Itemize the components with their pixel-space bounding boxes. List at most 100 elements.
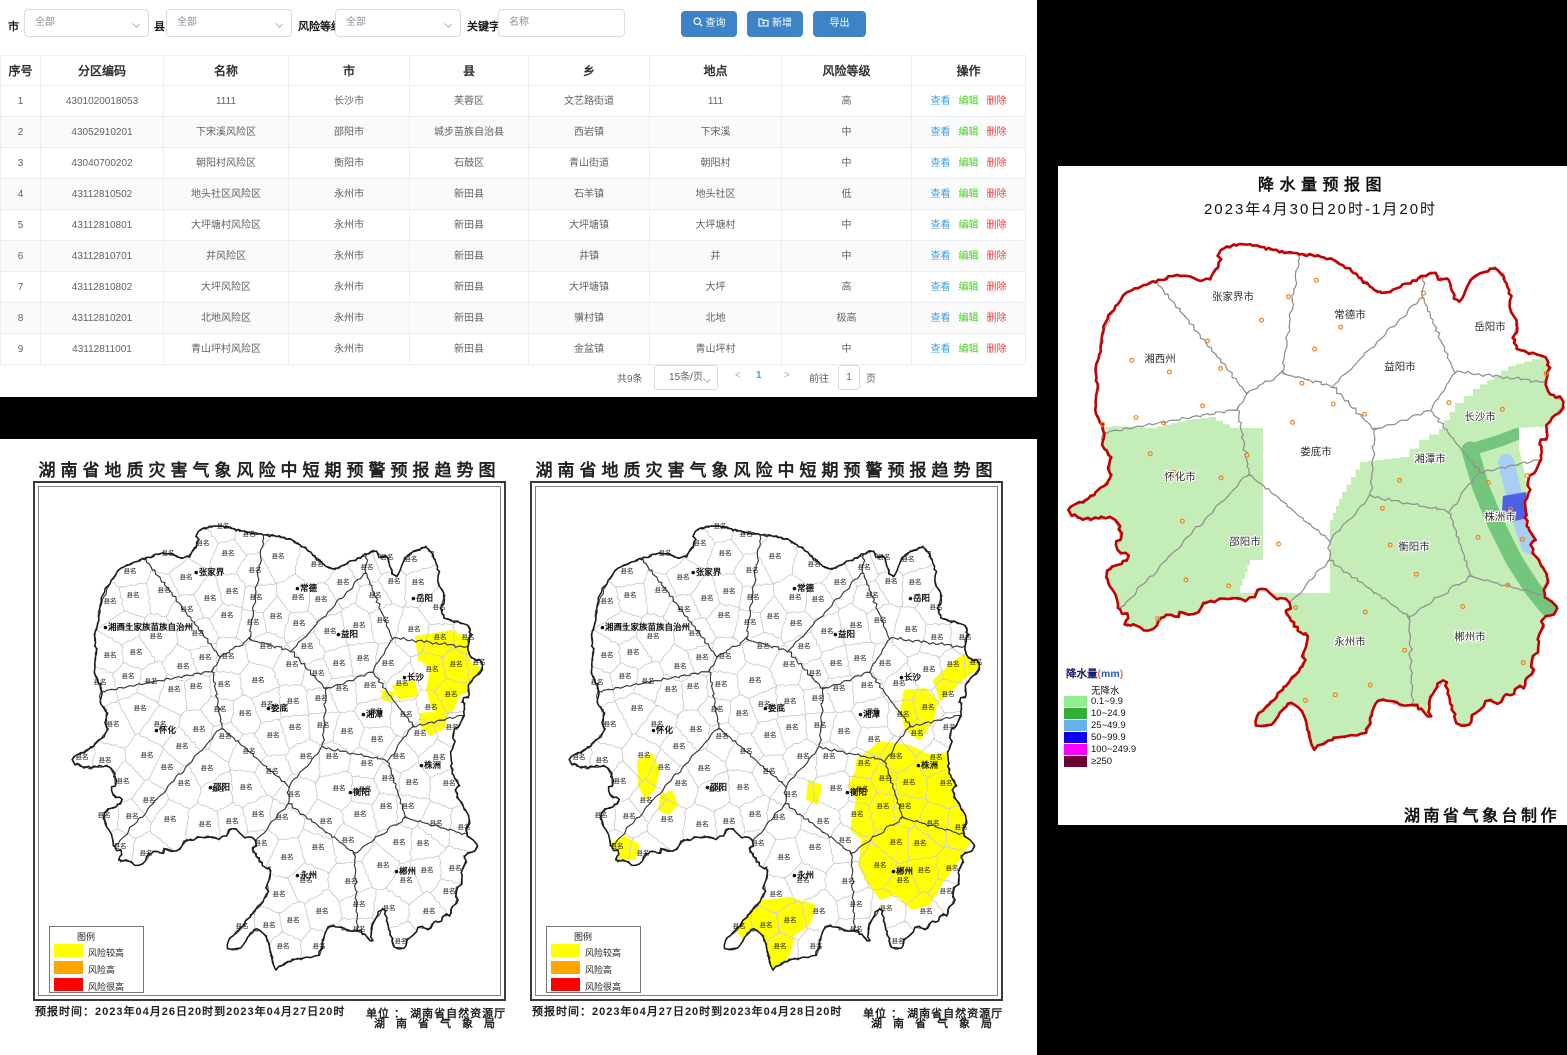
svg-text:县名: 县名 (839, 835, 852, 844)
svg-text:●娄底: ●娄底 (763, 703, 786, 713)
svg-text:县名: 县名 (243, 529, 256, 538)
svg-text:县名: 县名 (414, 728, 427, 737)
svg-text:县名: 县名 (141, 750, 154, 759)
svg-text:县名: 县名 (740, 529, 753, 538)
svg-text:县名: 县名 (192, 628, 205, 637)
svg-text:县名: 县名 (773, 812, 786, 821)
svg-text:县名: 县名 (104, 650, 117, 659)
svg-text:县名: 县名 (312, 842, 325, 851)
svg-text:邵阳市: 邵阳市 (1229, 535, 1261, 548)
svg-text:●永州: ●永州 (792, 870, 814, 880)
svg-text:县名: 县名 (400, 709, 413, 718)
svg-text:县名: 县名 (823, 751, 836, 760)
svg-text:县名: 县名 (345, 876, 358, 885)
svg-text:县名: 县名 (903, 777, 916, 786)
svg-text:县名: 县名 (405, 554, 418, 563)
svg-text:县名: 县名 (878, 552, 891, 561)
svg-text:县名: 县名 (107, 719, 120, 728)
svg-text:县名: 县名 (423, 906, 436, 915)
svg-text:县名: 县名 (723, 816, 736, 825)
svg-text:县名: 县名 (222, 651, 235, 660)
svg-text:县名: 县名 (150, 631, 163, 640)
svg-text:●湘西土家族苗族自治州: ●湘西土家族苗族自治州 (103, 622, 193, 632)
svg-text:县名: 县名 (658, 762, 671, 771)
svg-text:县名: 县名 (425, 702, 438, 711)
svg-text:●常德: ●常德 (792, 583, 815, 593)
svg-text:县名: 县名 (698, 763, 711, 772)
svg-text:县名: 县名 (126, 811, 139, 820)
svg-text:县名: 县名 (798, 641, 811, 650)
svg-text:县名: 县名 (749, 809, 762, 818)
svg-text:县名: 县名 (287, 915, 300, 924)
svg-text:●岳阳: ●岳阳 (908, 593, 930, 603)
svg-text:县名: 县名 (719, 651, 732, 660)
svg-text:县名: 县名 (675, 778, 688, 787)
svg-text:县名: 县名 (814, 720, 827, 729)
svg-text:县名: 县名 (377, 615, 390, 624)
svg-text:县名: 县名 (905, 624, 918, 633)
svg-text:县名: 县名 (821, 626, 834, 635)
svg-text:县名: 县名 (240, 782, 253, 791)
svg-text:●益阳: ●益阳 (336, 629, 358, 639)
svg-text:县名: 县名 (874, 860, 887, 869)
svg-text:县名: 县名 (219, 731, 232, 740)
svg-text:县名: 县名 (180, 572, 193, 581)
svg-text:县名: 县名 (784, 915, 797, 924)
svg-text:县名: 县名 (316, 906, 329, 915)
svg-text:县名: 县名 (393, 837, 406, 846)
svg-text:县名: 县名 (752, 838, 765, 847)
svg-text:县名: 县名 (573, 752, 586, 761)
svg-text:县名: 县名 (778, 852, 791, 861)
svg-text:县名: 县名 (767, 611, 780, 620)
svg-text:县名: 县名 (337, 577, 350, 586)
svg-text:县名: 县名 (914, 838, 927, 847)
svg-text:县名: 县名 (760, 920, 773, 929)
svg-text:县名: 县名 (673, 741, 686, 750)
svg-text:县名: 县名 (687, 681, 700, 690)
svg-text:县名: 县名 (746, 565, 759, 574)
svg-text:县名: 县名 (665, 684, 678, 693)
svg-text:县名: 县名 (369, 590, 382, 599)
svg-text:县名: 县名 (393, 751, 406, 760)
svg-text:县名: 县名 (412, 577, 425, 586)
svg-text:县名: 县名 (640, 795, 653, 804)
svg-text:县名: 县名 (955, 822, 968, 831)
svg-text:县名: 县名 (226, 586, 239, 595)
svg-text:县名: 县名 (117, 776, 130, 785)
svg-text:●张家界: ●张家界 (194, 567, 225, 577)
svg-text:县名: 县名 (647, 631, 660, 640)
svg-text:县名: 县名 (273, 889, 286, 898)
svg-text:县名: 县名 (99, 755, 112, 764)
svg-text:县名: 县名 (382, 658, 395, 667)
svg-text:县名: 县名 (890, 837, 903, 846)
svg-text:县名: 县名 (874, 615, 887, 624)
svg-text:县名: 县名 (970, 657, 983, 666)
svg-text:县名: 县名 (902, 554, 915, 563)
svg-text:●郴州: ●郴州 (891, 866, 913, 876)
svg-text:县名: 县名 (312, 668, 325, 677)
svg-text:县名: 县名 (858, 758, 871, 767)
svg-text:县名: 县名 (122, 671, 135, 680)
svg-text:县名: 县名 (909, 577, 922, 586)
svg-text:县名: 县名 (931, 632, 944, 641)
svg-text:县名: 县名 (114, 841, 127, 850)
svg-text:●常德: ●常德 (295, 583, 318, 593)
svg-text:县名: 县名 (247, 617, 260, 626)
svg-text:●湘潭: ●湘潭 (361, 709, 384, 719)
svg-text:县名: 县名 (733, 921, 746, 930)
svg-text:县名: 县名 (770, 889, 783, 898)
svg-text:县名: 县名 (76, 752, 89, 761)
svg-text:县名: 县名 (458, 822, 471, 831)
svg-text:县名: 县名 (736, 708, 749, 717)
svg-text:县名: 县名 (774, 941, 787, 950)
svg-text:●张家界: ●张家界 (691, 567, 722, 577)
svg-text:县名: 县名 (854, 653, 867, 662)
svg-text:县名: 县名 (201, 763, 214, 772)
svg-text:县名: 县名 (689, 628, 702, 637)
svg-text:县名: 县名 (714, 521, 727, 530)
svg-text:县名: 县名 (861, 680, 874, 689)
svg-text:县名: 县名 (892, 936, 905, 945)
svg-text:县名: 县名 (236, 921, 249, 930)
svg-text:县名: 县名 (402, 801, 415, 810)
svg-text:县名: 县名 (897, 875, 910, 884)
